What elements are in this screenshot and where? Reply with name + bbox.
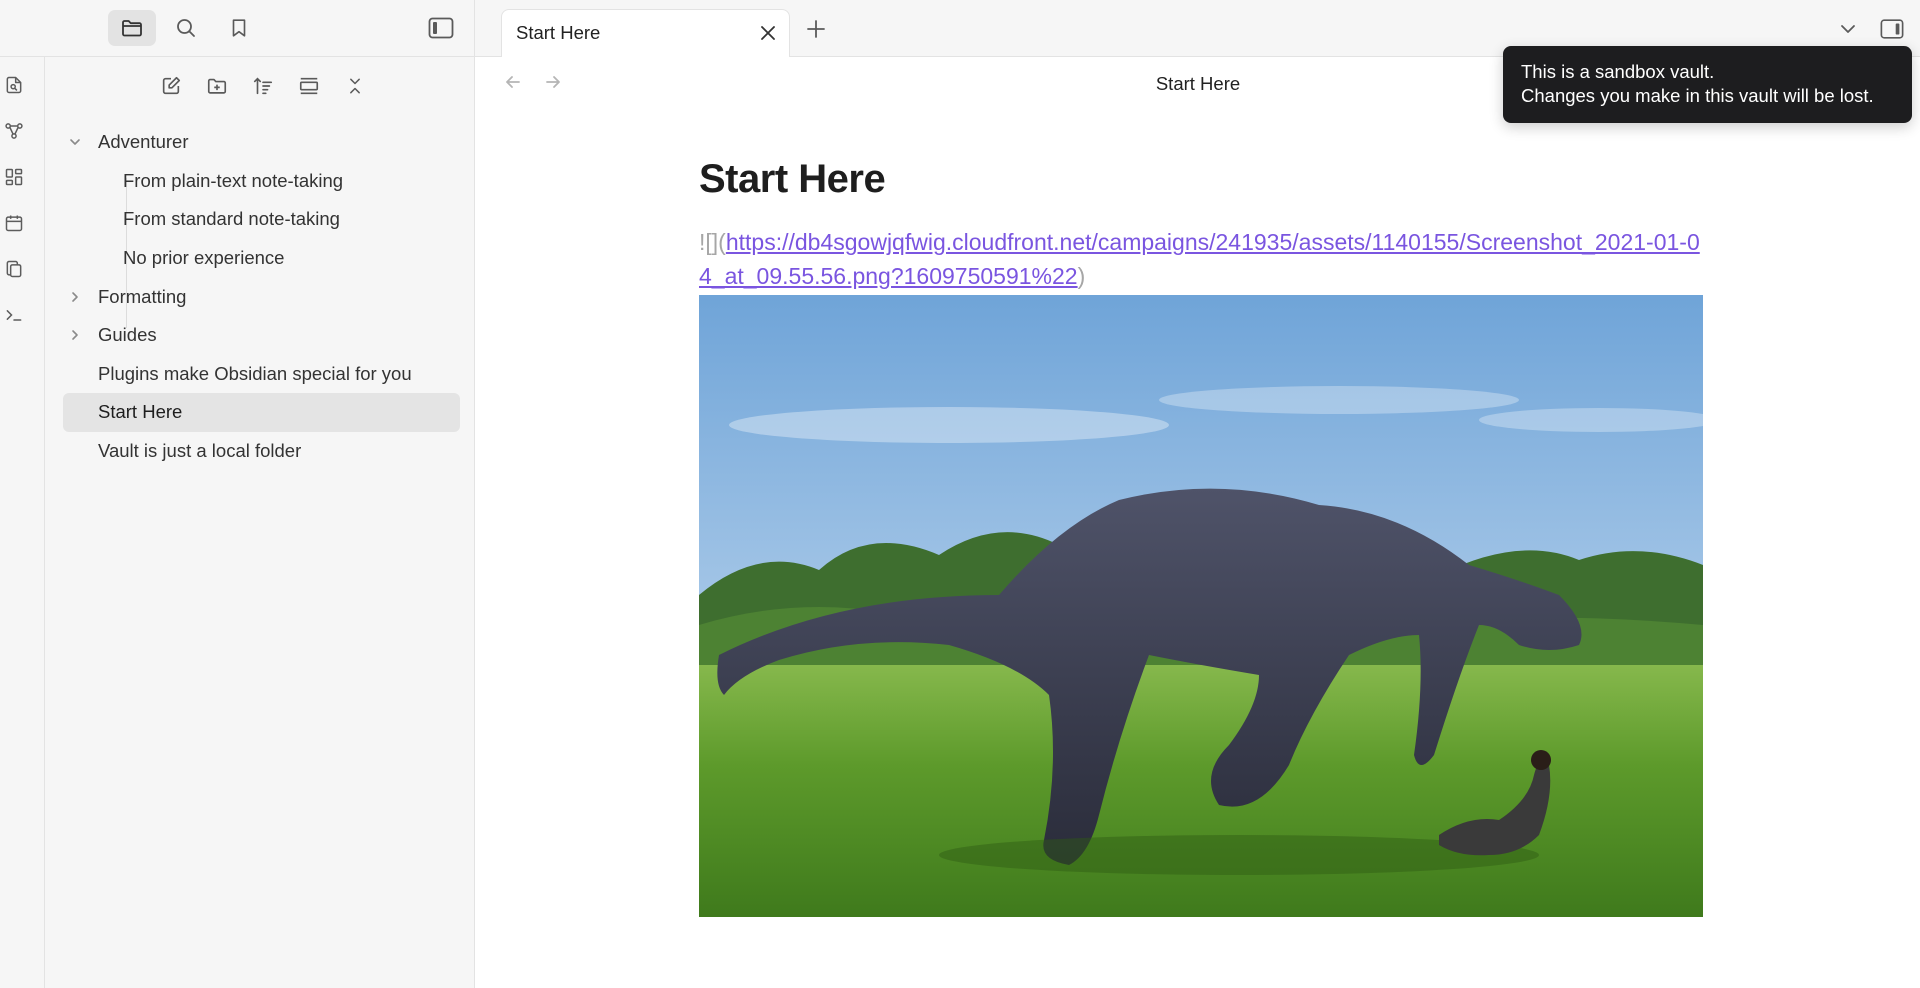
ribbon [0, 57, 45, 988]
right-sidebar-toggle-button[interactable] [1878, 15, 1906, 43]
tree-item-label: Vault is just a local folder [98, 440, 302, 462]
tree-folder-formatting[interactable]: Formatting [63, 277, 460, 316]
collapse-all-icon [350, 78, 360, 94]
tree-item-label: Guides [98, 324, 157, 346]
copy-icon [6, 260, 22, 278]
tab-close-button[interactable] [757, 22, 779, 44]
quick-switcher-button[interactable] [2, 73, 26, 97]
tab-list-button[interactable] [1836, 17, 1860, 41]
chevron-right-icon [68, 290, 82, 304]
file-tree: Adventurer From plain-text note-taking F… [63, 123, 460, 470]
collapse-all-button[interactable] [339, 71, 371, 101]
bookmarks-tab[interactable] [215, 10, 263, 46]
new-tab-button[interactable] [802, 15, 830, 43]
folder-icon [122, 20, 142, 37]
terminal-icon [6, 310, 22, 321]
tab-start-here[interactable]: Start Here [501, 9, 790, 57]
new-note-button[interactable] [155, 71, 187, 101]
new-folder-button[interactable] [201, 71, 233, 101]
embed-syntax-open: ![]( [699, 229, 726, 255]
embed-url-link[interactable]: https://db4sgowjqfwig.cloudfront.net/cam… [699, 229, 1700, 289]
templates-button[interactable] [2, 257, 26, 281]
search-icon [177, 19, 195, 37]
notice-line-1: This is a sandbox vault. [1521, 61, 1715, 82]
sandbox-notice[interactable]: This is a sandbox vault. Changes you mak… [1503, 46, 1912, 123]
graph-view-button[interactable] [2, 119, 26, 143]
tree-folder-guides[interactable]: Guides [63, 316, 460, 355]
chevron-down-icon [1841, 25, 1855, 33]
dinosaur-image [699, 295, 1703, 917]
tree-file-selected[interactable]: Start Here [63, 393, 460, 432]
tree-item-label: From standard note-taking [123, 208, 340, 230]
sort-icon [253, 77, 273, 95]
auto-reveal-button[interactable] [293, 71, 325, 101]
sort-button[interactable] [247, 71, 279, 101]
sidebar-toggle-button[interactable] [426, 15, 456, 41]
tree-file[interactable]: Plugins make Obsidian special for you [63, 355, 460, 394]
files-tab[interactable] [108, 10, 156, 46]
tab-title: Start Here [516, 22, 601, 43]
bookmark-icon [232, 19, 246, 37]
graph-icon [5, 123, 23, 139]
search-tab[interactable] [162, 10, 210, 46]
tree-file[interactable]: From standard note-taking [63, 200, 460, 239]
tree-file[interactable]: From plain-text note-taking [63, 162, 460, 201]
tree-item-label: Start Here [98, 401, 183, 423]
tree-file[interactable]: No prior experience [63, 239, 460, 278]
sidebar-left-icon [428, 17, 454, 39]
document-content[interactable]: Start Here ![](https://db4sgowjqfwig.clo… [699, 155, 1703, 917]
auto-reveal-icon [299, 77, 319, 95]
canvas-button[interactable] [2, 165, 26, 189]
chevron-right-icon [68, 328, 82, 342]
plus-icon [807, 20, 825, 38]
image-embed-source[interactable]: ![](https://db4sgowjqfwig.cloudfront.net… [699, 225, 1703, 293]
calendar-icon [5, 215, 23, 232]
tree-item-label: Plugins make Obsidian special for you [98, 362, 412, 384]
document-heading[interactable]: Start Here [699, 155, 1703, 203]
file-explorer-actions [155, 71, 371, 101]
quick-switcher-icon [6, 76, 22, 94]
sidebar-right-icon [1880, 19, 1904, 39]
chevron-down-icon [68, 135, 82, 149]
tree-item-label: No prior experience [123, 247, 285, 269]
file-explorer: Adventurer From plain-text note-taking F… [45, 57, 475, 988]
new-folder-icon [207, 78, 227, 94]
new-note-icon [162, 76, 181, 95]
command-palette-button[interactable] [2, 303, 26, 327]
tree-file[interactable]: Vault is just a local folder [63, 432, 460, 471]
daily-note-button[interactable] [2, 211, 26, 235]
canvas-icon [5, 168, 23, 186]
tree-item-label: Adventurer [98, 131, 189, 153]
notice-line-2: Changes you make in this vault will be l… [1521, 85, 1874, 106]
embedded-image[interactable] [699, 295, 1703, 917]
sidebar-header [0, 0, 475, 57]
tree-item-label: Formatting [98, 285, 187, 307]
tree-folder-adventurer[interactable]: Adventurer [63, 123, 460, 162]
embed-syntax-close: ) [1077, 263, 1086, 289]
tree-item-label: From plain-text note-taking [123, 169, 344, 191]
close-icon [761, 26, 775, 40]
